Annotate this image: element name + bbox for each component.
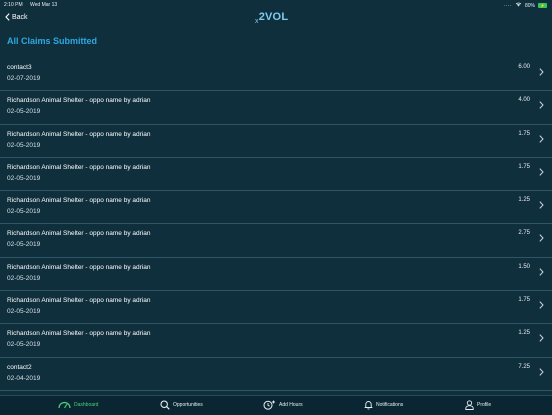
tab-opportunities-label: Opportunities [173, 402, 203, 408]
claim-row[interactable]: contact2 02-04-2019 7.25 [0, 358, 552, 391]
chevron-right-icon [539, 367, 544, 376]
tab-notifications[interactable]: Notifications [364, 400, 403, 410]
claim-name: Richardson Animal Shelter - oppo name by… [7, 197, 151, 205]
chevron-right-icon [539, 101, 544, 110]
wifi-icon [515, 2, 522, 9]
nav-bar: Back x2VOL [0, 10, 552, 28]
back-label: Back [12, 13, 28, 21]
tab-dashboard-label: Dashboard [74, 401, 99, 408]
tab-add-hours-label: Add Hours [279, 402, 303, 408]
chevron-right-icon [539, 134, 544, 143]
tab-profile[interactable]: Profile [465, 400, 491, 410]
claim-date: 02-05-2019 [7, 308, 41, 316]
claim-date: 02-05-2019 [7, 174, 41, 182]
claim-row[interactable]: Richardson Animal Shelter - oppo name by… [0, 291, 552, 325]
claim-name: Richardson Animal Shelter - oppo name by… [7, 130, 151, 138]
battery-percent: 80% [524, 2, 535, 9]
status-time: 2:10 PM [4, 2, 23, 8]
page-title: All Claims Submitted [7, 36, 98, 46]
claim-row[interactable]: contact3 02-07-2019 6.00 [0, 58, 552, 92]
status-right: ···· 80% ⚡ [503, 2, 547, 9]
logo-text: 2VOL [258, 11, 289, 23]
claim-hours: 1.50 [518, 263, 530, 270]
chevron-right-icon [539, 334, 544, 343]
claim-hours: 1.25 [518, 330, 530, 337]
claim-name: Richardson Animal Shelter - oppo name by… [7, 230, 151, 238]
claim-hours: 6.00 [518, 64, 530, 70]
claim-row[interactable]: Richardson Animal Shelter - oppo name by… [0, 324, 552, 358]
claim-name: Richardson Animal Shelter - oppo name by… [7, 330, 151, 338]
claim-date: 02-05-2019 [7, 274, 41, 282]
claim-row[interactable]: Richardson Animal Shelter - oppo name by… [0, 258, 552, 292]
claim-hours: 1.75 [518, 163, 530, 170]
claim-date: 02-05-2019 [7, 341, 41, 349]
claim-name: contact2 [7, 363, 32, 371]
claim-date: 02-05-2019 [7, 241, 41, 249]
claim-hours: 1.25 [518, 197, 530, 204]
claims-list: contact3 02-07-2019 6.00 Richardson Animal … [0, 58, 552, 395]
chevron-right-icon [539, 234, 544, 243]
claim-hours: 1.75 [518, 130, 530, 137]
status-bar: 2:10 PM Wed Mar 13 ···· 80% ⚡ [0, 0, 552, 10]
claim-row[interactable]: Richardson Animal Shelter - oppo name by… [0, 125, 552, 158]
claim-hours: 7.25 [518, 363, 530, 370]
claim-hours: 1.75 [518, 297, 530, 304]
claim-row[interactable]: Richardson Animal Shelter - oppo name by… [0, 224, 552, 258]
tab-bar: Dashboard Opportunities Add Hours Notifi… [0, 395, 552, 415]
chevron-right-icon [539, 68, 544, 76]
chevron-right-icon [539, 168, 544, 176]
status-left: 2:10 PM Wed Mar 13 [4, 2, 63, 8]
signal-dots-icon: ···· [503, 2, 512, 9]
person-icon [465, 400, 474, 410]
tab-notifications-label: Notifications [376, 402, 404, 408]
dashboard-gauge-icon [58, 401, 71, 409]
claim-name: Richardson Animal Shelter - oppo name by… [7, 263, 151, 271]
claim-name: Richardson Animal Shelter - oppo name by… [7, 297, 151, 305]
clock-plus-icon [263, 400, 275, 410]
claim-date: 02-05-2019 [7, 141, 41, 149]
claim-name: Richardson Animal Shelter - oppo name by… [7, 97, 151, 105]
back-button[interactable]: Back [5, 13, 28, 21]
claim-row[interactable]: Richardson Animal Shelter - oppo name by… [0, 191, 552, 225]
app-logo: x2VOL [255, 11, 288, 25]
claim-row[interactable]: Richardson Animal Shelter - oppo name by… [0, 158, 552, 192]
claim-date: 02-05-2019 [7, 208, 41, 216]
status-date: Wed Mar 13 [30, 2, 58, 8]
tab-profile-label: Profile [477, 402, 492, 408]
claim-name: contact3 [7, 64, 32, 71]
claim-hours: 4.00 [518, 97, 530, 104]
chevron-right-icon [539, 301, 544, 309]
tab-add-hours[interactable]: Add Hours [263, 400, 303, 410]
claim-date: 02-07-2019 [7, 75, 41, 82]
search-icon [160, 400, 170, 410]
claim-name: Richardson Animal Shelter - oppo name by… [7, 163, 151, 171]
chevron-left-icon [5, 13, 10, 21]
claim-row[interactable]: Richardson Animal Shelter - oppo name by… [0, 91, 552, 125]
chevron-right-icon [539, 268, 544, 276]
bell-icon [364, 401, 373, 410]
claim-hours: 2.75 [518, 230, 530, 237]
tab-dashboard[interactable]: Dashboard [58, 400, 98, 409]
claim-date: 02-05-2019 [7, 108, 41, 116]
battery-icon: ⚡ [538, 3, 547, 8]
chevron-right-icon [539, 201, 544, 209]
claim-date: 02-04-2019 [7, 374, 41, 382]
tab-opportunities[interactable]: Opportunities [160, 400, 203, 410]
